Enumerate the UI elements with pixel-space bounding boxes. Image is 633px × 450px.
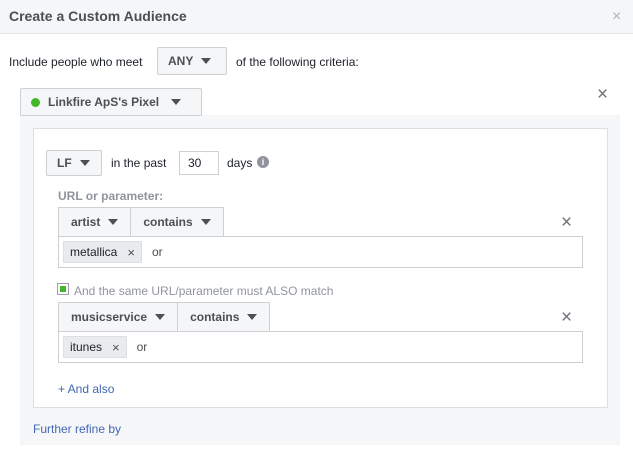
days-input[interactable]: 30: [179, 151, 219, 175]
criteria-suffix: of the following criteria:: [236, 55, 359, 69]
operator-dropdown-1[interactable]: contains: [130, 208, 222, 236]
pixel-name: Linkfire ApS's Pixel: [48, 95, 160, 109]
chevron-down-icon: [247, 314, 258, 320]
url-parameter-label: URL or parameter:: [58, 189, 164, 203]
info-icon[interactable]: i: [257, 156, 269, 168]
values-input-2[interactable]: itunes × or: [58, 331, 583, 363]
chevron-down-icon: [108, 219, 119, 225]
remove-condition-1-icon[interactable]: ×: [561, 213, 572, 232]
chevron-down-icon: [200, 219, 211, 225]
chevron-down-icon: [201, 58, 212, 64]
and-also-link[interactable]: + And also: [58, 382, 114, 396]
criteria-prefix: Include people who meet: [9, 55, 143, 69]
chevron-down-icon: [155, 314, 166, 320]
values-input-1[interactable]: metallica × or: [58, 236, 583, 268]
or-placeholder: or: [151, 245, 163, 259]
event-dropdown[interactable]: LF: [46, 150, 102, 176]
operator-value-2: contains: [190, 310, 240, 324]
chevron-down-icon: [171, 99, 182, 105]
value-token: itunes ×: [63, 336, 127, 358]
dialog-header: Create a Custom Audience ×: [0, 0, 633, 34]
days-label: days: [227, 156, 253, 170]
param-value-1: artist: [71, 215, 101, 229]
operator-dropdown-2[interactable]: contains: [177, 303, 269, 331]
remove-token-icon[interactable]: ×: [112, 340, 120, 355]
token-label: metallica: [70, 245, 118, 259]
match-type-dropdown[interactable]: ANY: [157, 47, 227, 75]
dialog-title: Create a Custom Audience: [9, 8, 187, 24]
operator-value-1: contains: [143, 215, 193, 229]
param-value-2: musicservice: [71, 310, 148, 324]
pixel-status-icon: [31, 97, 40, 107]
value-token: metallica ×: [63, 241, 142, 263]
match-type-value: ANY: [168, 54, 194, 68]
in-the-past-label: in the past: [111, 156, 167, 170]
param-dropdown-2[interactable]: musicservice: [59, 303, 177, 331]
also-match-label: And the same URL/parameter must ALSO mat…: [74, 284, 334, 298]
token-label: itunes: [70, 340, 103, 354]
rule-box: [33, 128, 608, 408]
or-placeholder: or: [136, 340, 148, 354]
pixel-dropdown[interactable]: Linkfire ApS's Pixel: [20, 88, 202, 116]
event-value: LF: [57, 156, 72, 170]
further-refine-link[interactable]: Further refine by: [33, 422, 121, 436]
checkbox-checked-icon: [60, 286, 66, 292]
condition-selector-2: musicservice contains: [58, 302, 271, 332]
remove-pixel-icon[interactable]: ×: [597, 85, 608, 104]
also-match-checkbox[interactable]: [57, 283, 69, 295]
remove-token-icon[interactable]: ×: [127, 245, 135, 260]
remove-condition-2-icon[interactable]: ×: [561, 308, 572, 327]
close-dialog-icon[interactable]: ×: [612, 9, 621, 25]
condition-selector-1: artist contains: [58, 207, 224, 237]
param-dropdown-1[interactable]: artist: [59, 208, 130, 236]
chevron-down-icon: [79, 160, 90, 166]
